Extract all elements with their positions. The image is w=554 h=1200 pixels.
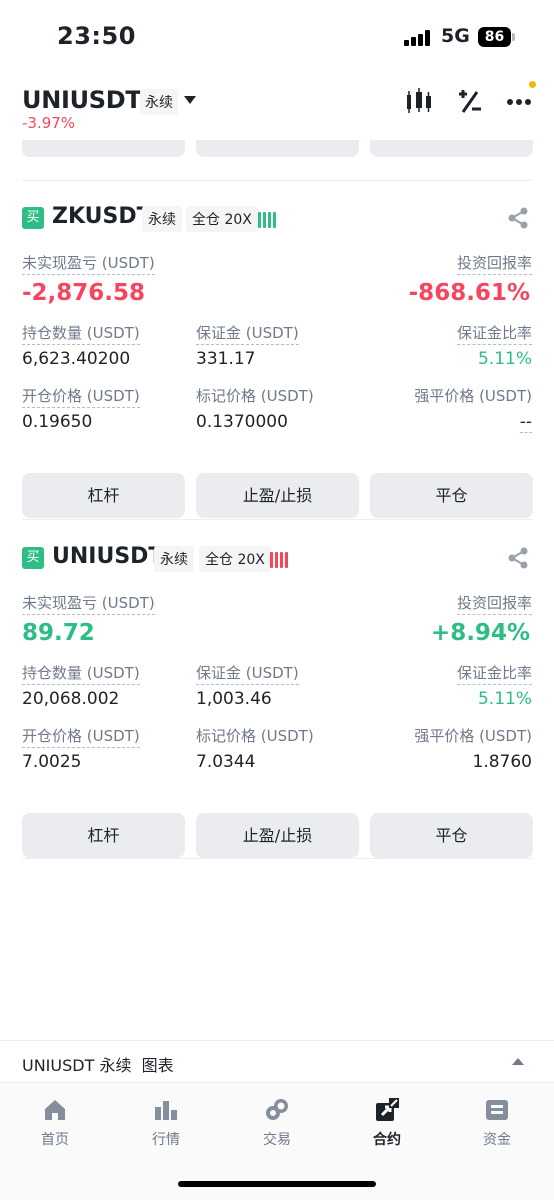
header-symbol[interactable]: UNIUSDT: [22, 86, 142, 114]
position-card: 买 UNIUSDT 永续 全仓 20X 未实现盈亏 (USDT) 投资回报率 8…: [0, 540, 554, 860]
tpsl-button[interactable]: 止盈/止损: [196, 813, 359, 858]
size-label: 持仓数量 (USDT): [22, 322, 140, 345]
margin-label: 保证金 (USDT): [196, 662, 299, 685]
size-value: 6,623.40200: [22, 349, 131, 369]
share-icon[interactable]: [506, 206, 530, 230]
risk-level-icon: [270, 550, 290, 568]
liquidation-price-value: 1.8760: [472, 752, 532, 772]
status-time: 23:50: [57, 22, 136, 50]
trade-icon: [266, 1099, 288, 1120]
margin-ratio-label: 保证金比率: [456, 662, 532, 685]
perpetual-tag: 永续: [154, 546, 194, 572]
chevron-up-icon[interactable]: [512, 1058, 524, 1065]
markets-icon: [155, 1101, 177, 1120]
risk-level-icon: [258, 210, 278, 228]
unrealized-pnl-value: -2,876.58: [22, 280, 146, 306]
entry-price-value: 7.0025: [22, 752, 82, 772]
wallet-icon: [486, 1100, 508, 1120]
position-symbol[interactable]: UNIUSDT: [52, 544, 163, 569]
position-card: 买 ZKUSDT 永续 全仓 20X 未实现盈亏 (USDT) 投资回报率 -2…: [0, 200, 554, 520]
size-label: 持仓数量 (USDT): [22, 662, 140, 685]
margin-label: 保证金 (USDT): [196, 322, 299, 345]
notification-dot: [529, 81, 536, 88]
margin-ratio-label: 保证金比率: [456, 322, 532, 345]
margin-mode-tag[interactable]: 全仓 20X: [199, 546, 271, 572]
share-icon[interactable]: [506, 546, 530, 570]
price-change: -3.97%: [22, 114, 76, 132]
roi-label: 投资回报率: [456, 592, 532, 615]
tab-assets[interactable]: 资金: [452, 1097, 542, 1157]
position-symbol[interactable]: ZKUSDT: [52, 204, 152, 229]
tpsl-button[interactable]: 止盈/止损: [196, 473, 359, 518]
tab-trade[interactable]: 交易: [232, 1097, 322, 1157]
battery-icon: 86: [478, 27, 511, 47]
network-type: 5G: [441, 25, 470, 47]
symbol-dropdown-icon[interactable]: [184, 96, 196, 104]
home-icon: [45, 1100, 65, 1120]
divider: [22, 858, 532, 859]
tab-markets[interactable]: 行情: [121, 1097, 211, 1157]
mark-price-value: 0.1370000: [196, 412, 288, 432]
mark-price-label: 标记价格 (USDT): [196, 387, 314, 405]
more-icon[interactable]: [505, 86, 535, 116]
chart-toggle-bar[interactable]: UNIUSDT 永续 图表: [0, 1040, 554, 1082]
contract-header: UNIUSDT 永续 -3.97%: [0, 78, 554, 140]
entry-price-label: 开仓价格 (USDT): [22, 385, 140, 408]
margin-value: 331.17: [196, 349, 256, 369]
size-value: 20,068.002: [22, 689, 120, 709]
close-position-button[interactable]: 平仓: [370, 813, 533, 858]
liquidation-price-label: 强平价格 (USDT): [414, 387, 532, 405]
divider: [22, 519, 532, 520]
tab-label: 交易: [263, 1132, 291, 1148]
roi-value: -868.61%: [408, 280, 530, 306]
perpetual-tag: 永续: [140, 89, 178, 115]
leverage-button[interactable]: 杠杆: [22, 813, 185, 858]
status-bar: 23:50 5G 86: [0, 0, 554, 70]
margin-ratio-value: 5.11%: [477, 349, 532, 369]
liquidation-price-label: 强平价格 (USDT): [414, 727, 532, 745]
side-badge: 买: [22, 207, 44, 229]
margin-mode-tag[interactable]: 全仓 20X: [186, 206, 258, 232]
perpetual-tag: 永续: [142, 206, 182, 232]
mark-price-label: 标记价格 (USDT): [196, 727, 314, 745]
mark-price-value: 7.0344: [196, 752, 256, 772]
close-position-button[interactable]: 平仓: [370, 473, 533, 518]
tab-label: 资金: [483, 1132, 511, 1148]
entry-price-label: 开仓价格 (USDT): [22, 725, 140, 748]
entry-price-value: 0.19650: [22, 412, 93, 432]
roi-value: +8.94%: [430, 620, 530, 646]
unrealized-pnl-value: 89.72: [22, 620, 95, 646]
signal-icon: [404, 30, 434, 46]
margin-ratio-value: 5.11%: [477, 689, 532, 709]
unrealized-pnl-label: 未实现盈亏 (USDT): [22, 252, 155, 275]
tab-label: 首页: [41, 1132, 69, 1148]
candlestick-icon[interactable]: [405, 86, 435, 116]
divider: [22, 180, 532, 181]
battery-tip: [512, 33, 515, 41]
margin-value: 1,003.46: [196, 689, 272, 709]
leverage-button[interactable]: 杠杆: [22, 473, 185, 518]
tab-futures[interactable]: 合约: [342, 1097, 432, 1157]
tab-label: 合约: [373, 1132, 401, 1148]
side-badge: 买: [22, 547, 44, 569]
unrealized-pnl-label: 未实现盈亏 (USDT): [22, 592, 155, 615]
home-indicator[interactable]: [178, 1181, 376, 1187]
chart-toggle-label: UNIUSDT 永续 图表: [22, 1056, 174, 1075]
roi-label: 投资回报率: [456, 252, 532, 275]
liquidation-price-value: --: [519, 412, 532, 433]
futures-icon: [376, 1098, 399, 1121]
tab-label: 行情: [152, 1132, 180, 1148]
percent-icon[interactable]: [455, 86, 485, 116]
tab-home[interactable]: 首页: [10, 1097, 100, 1157]
